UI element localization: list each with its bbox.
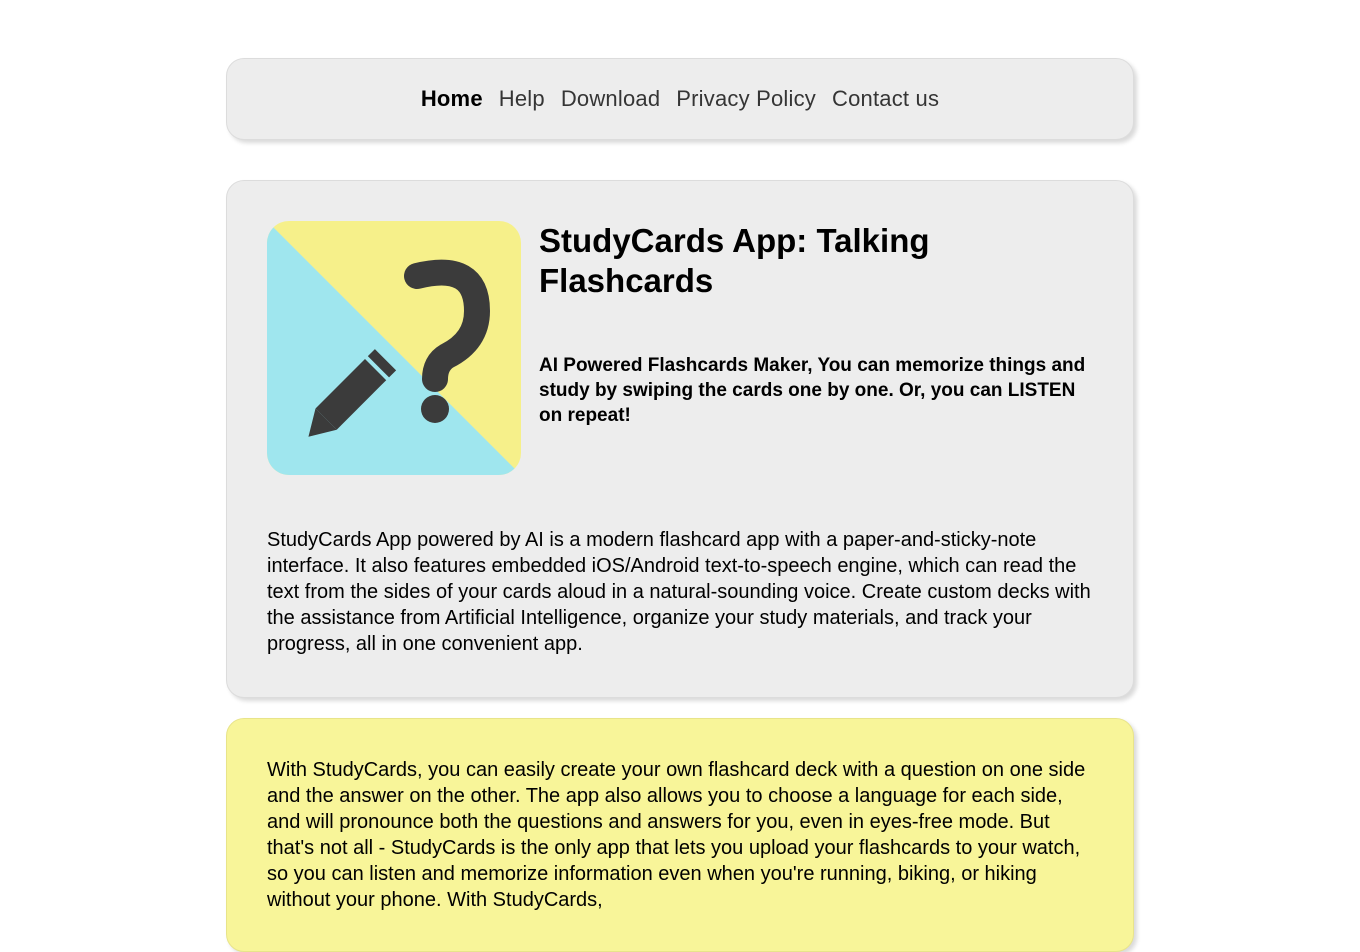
hero-body-text: StudyCards App powered by AI is a modern… (267, 527, 1093, 657)
app-logo (267, 221, 521, 475)
feature-section: With StudyCards, you can easily create y… (226, 718, 1134, 952)
nav-home[interactable]: Home (421, 86, 483, 112)
nav-bar: Home Help Download Privacy Policy Contac… (226, 58, 1134, 140)
nav-privacy-policy[interactable]: Privacy Policy (676, 86, 816, 112)
nav-help[interactable]: Help (499, 86, 545, 112)
hero-section: StudyCards App: Talking Flashcards AI Po… (226, 180, 1134, 698)
nav-contact-us[interactable]: Contact us (832, 86, 939, 112)
feature-paragraph: With StudyCards, you can easily create y… (267, 757, 1093, 913)
hero-tagline: AI Powered Flashcards Maker, You can mem… (539, 354, 1093, 428)
nav-download[interactable]: Download (561, 86, 660, 112)
page-title: StudyCards App: Talking Flashcards (539, 221, 1093, 300)
